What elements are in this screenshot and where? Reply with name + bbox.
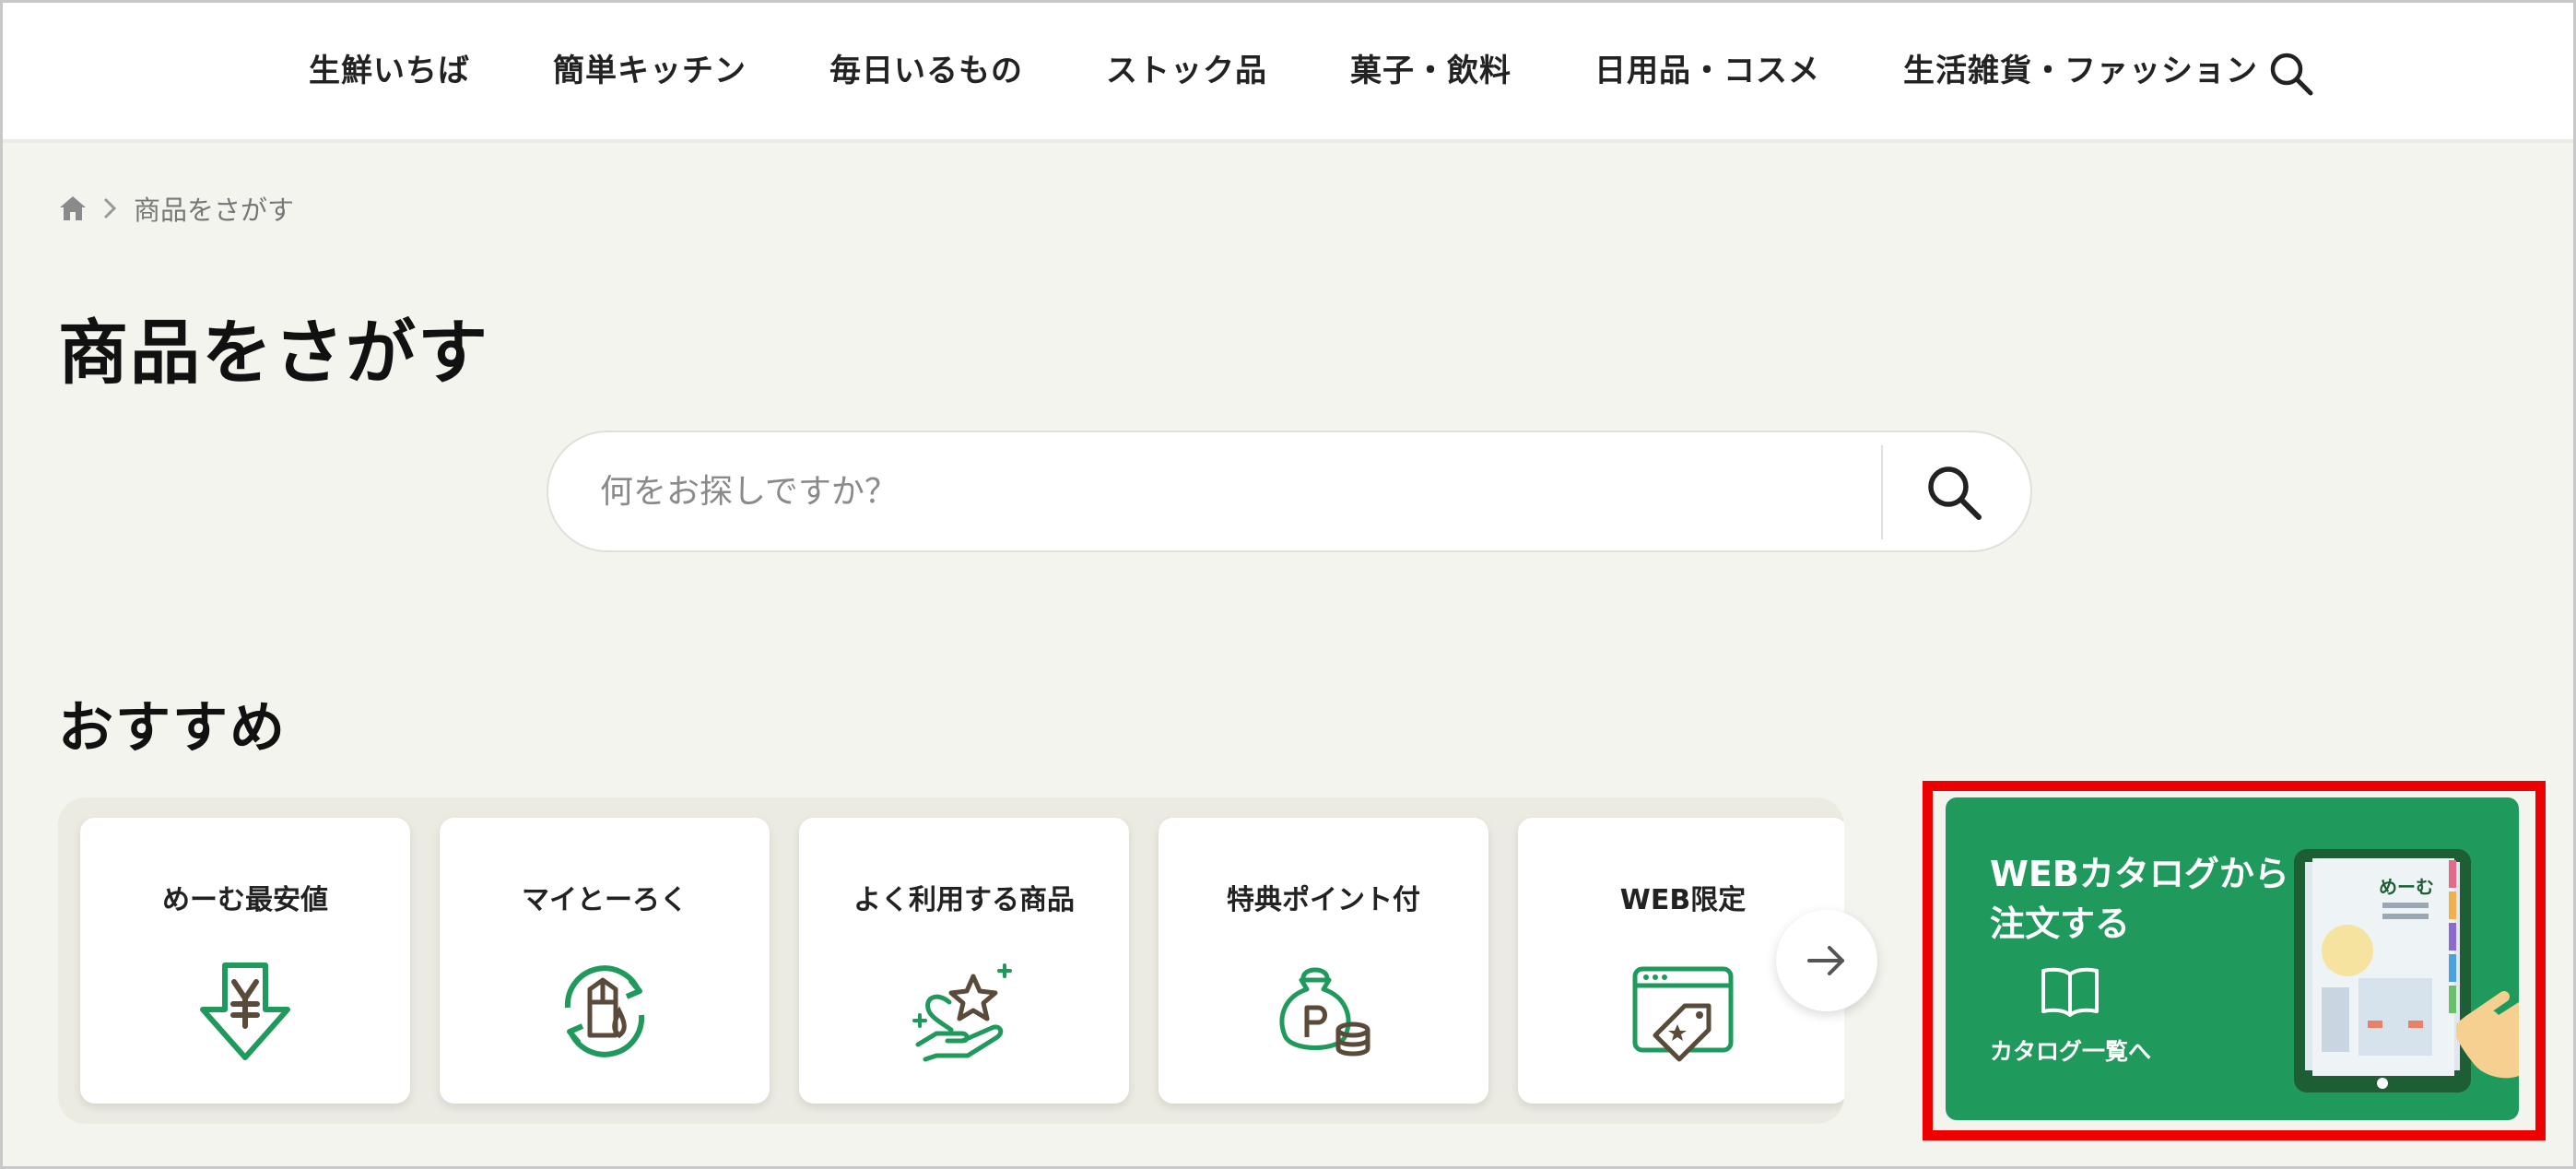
recycle-milk-icon xyxy=(564,965,645,1057)
card-label: 特典ポイント付 xyxy=(1227,884,1420,916)
card-label: よく利用する商品 xyxy=(853,884,1075,916)
search-icon[interactable] xyxy=(2266,49,2316,99)
nav-item-snacks-drinks[interactable]: 菓子・飲料 xyxy=(1350,45,1511,90)
point-purse-coins-icon xyxy=(1279,967,1370,1057)
search-bar xyxy=(547,431,2032,552)
nav-item-daily-needs[interactable]: 毎日いるもの xyxy=(829,45,1023,90)
nav-item-easy-kitchen[interactable]: 簡単キッチン xyxy=(553,45,747,90)
nav-item-stock-items[interactable]: ストック品 xyxy=(1106,45,1267,90)
arrow-right-icon xyxy=(1807,946,1844,975)
banner-title-line2: 注文する xyxy=(1990,903,2131,944)
breadcrumb-current: 商品をさがす xyxy=(134,195,295,226)
page-frame: 生鮮いちば 簡単キッチン 毎日いるもの ストック品 菓子・飲料 日用品・コスメ … xyxy=(0,0,2576,1169)
search-input[interactable] xyxy=(600,432,1890,550)
yen-down-arrow-icon xyxy=(200,962,290,1060)
recommend-card-my-registered[interactable]: マイとーろく xyxy=(440,818,770,1104)
recommend-card-frequently-used[interactable]: よく利用する商品 xyxy=(799,818,1129,1104)
carousel-next-button[interactable] xyxy=(1776,910,1877,1011)
card-label: WEB限定 xyxy=(1619,884,1747,916)
nav-item-household-fashion[interactable]: 生活雑貨・ファッション xyxy=(1903,45,2258,90)
category-menu: 生鮮いちば 簡単キッチン 毎日いるもの ストック品 菓子・飲料 日用品・コスメ … xyxy=(309,45,2341,90)
search-divider xyxy=(1881,445,1883,539)
page-title: 商品をさがす xyxy=(58,312,489,394)
recommend-card-bonus-points[interactable]: 特典ポイント付 xyxy=(1159,818,1488,1104)
open-book-icon xyxy=(2041,967,2099,1017)
card-label: マイとーろく xyxy=(522,884,688,916)
recommend-card-lowest-price[interactable]: めーむ最安値 xyxy=(80,818,410,1104)
chevron-right-icon xyxy=(103,197,117,219)
svg-text:めーむ: めーむ xyxy=(2379,876,2434,898)
web-catalog-banner[interactable]: WEBカタログから 注文する カタログ一覧へ めーむ xyxy=(1946,797,2519,1120)
catalog-list-link[interactable]: カタログ一覧へ xyxy=(1990,1033,2151,1067)
web-tag-icon xyxy=(1632,966,1734,1062)
nav-item-fresh-market[interactable]: 生鮮いちば xyxy=(309,45,470,90)
home-icon[interactable] xyxy=(58,194,88,223)
nav-item-daily-goods-cosmetics[interactable]: 日用品・コスメ xyxy=(1594,45,1820,90)
catalog-tablet-illustration: めーむ xyxy=(2294,849,2519,1092)
recommend-carousel: めーむ最安値 マイとーろく よく利用する商品 特典ポイント付 WEB限定 xyxy=(58,797,1844,1124)
top-navigation: 生鮮いちば 簡単キッチン 毎日いるもの ストック品 菓子・飲料 日用品・コスメ … xyxy=(3,3,2573,143)
search-icon[interactable] xyxy=(1922,460,1986,525)
breadcrumb: 商品をさがす xyxy=(58,189,294,228)
banner-title-line1: WEBカタログから xyxy=(1990,854,2289,894)
card-label: めーむ最安値 xyxy=(162,884,328,916)
section-title-recommend: おすすめ xyxy=(58,696,287,761)
heart-star-hand-icon xyxy=(912,963,1012,1062)
